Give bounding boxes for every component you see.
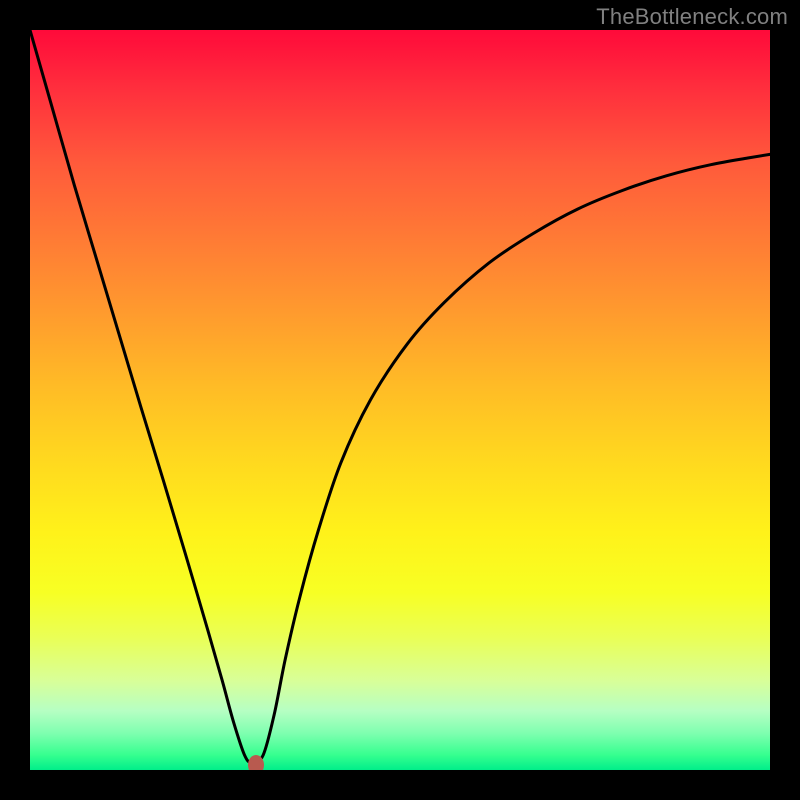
bottleneck-curve bbox=[30, 30, 770, 763]
chart-frame: TheBottleneck.com bbox=[0, 0, 800, 800]
watermark-text: TheBottleneck.com bbox=[596, 4, 788, 30]
curve-svg bbox=[30, 30, 770, 770]
optimum-marker bbox=[248, 755, 264, 770]
plot-area bbox=[30, 30, 770, 770]
